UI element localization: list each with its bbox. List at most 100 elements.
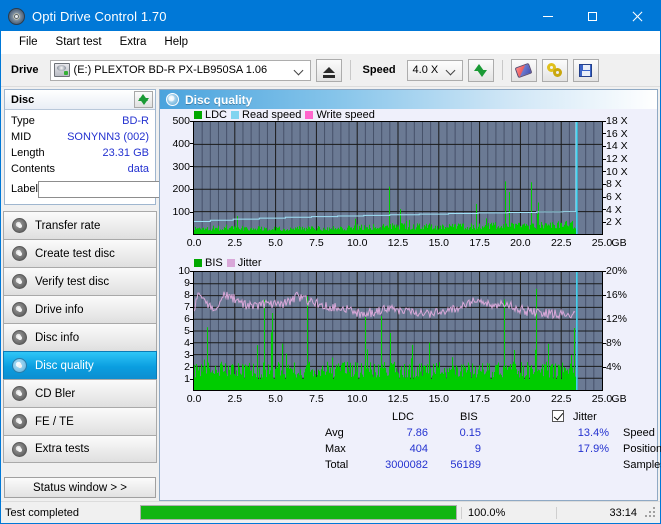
sidebar-label: CD Bler: [35, 387, 76, 400]
y-tick-mark: [603, 145, 606, 147]
y-axis-tick-left: 200: [172, 183, 190, 196]
x-axis-tick: 7.5: [309, 237, 324, 249]
speed-label: Speed: [362, 64, 396, 76]
maximize-button[interactable]: [570, 1, 615, 31]
disc-icon: [12, 218, 27, 233]
disc-quality-icon: [166, 93, 179, 106]
eject-button[interactable]: [315, 58, 342, 82]
disc-contents-key: Contents: [11, 163, 56, 175]
speed-select[interactable]: 4.0 X: [406, 59, 463, 81]
minimize-button[interactable]: [525, 1, 570, 31]
x-axis-tick: 22.5: [550, 393, 572, 405]
toolbar-divider-1: [349, 60, 351, 80]
position-key: Position: [623, 443, 661, 455]
legend-item-jitter: Jitter: [226, 257, 262, 269]
sidebar-item-cd-bler[interactable]: CD Bler: [3, 379, 157, 407]
legend-label: Jitter: [237, 257, 262, 269]
y-tick-mark: [603, 209, 606, 211]
erase-button[interactable]: [510, 58, 537, 82]
x-axis-tick: 10.0: [346, 237, 368, 249]
disc-refresh-button[interactable]: [134, 91, 153, 108]
y-axis-tick-right: 4 X: [606, 203, 622, 216]
bis-jitter-chart: BIS Jitter 1 2 3 4 5 6 7 8 9 10 4% 8% 12% 16% 20% 0.0 2.5…: [160, 257, 657, 409]
optical-drive-icon: [53, 63, 70, 77]
disc-type-key: Type: [11, 115, 35, 127]
y-tick-mark: [603, 294, 606, 296]
disc-panel-header: Disc: [5, 90, 155, 110]
drive-select[interactable]: (E:) PLEXTOR BD-R PX-LB950SA 1.06: [49, 59, 311, 81]
x-axis-tick: 2.5: [227, 393, 243, 405]
sidebar-item-drive-info[interactable]: Drive info: [3, 295, 157, 323]
menu-help[interactable]: Help: [155, 34, 197, 50]
tools-button[interactable]: [541, 58, 568, 82]
resize-grip-icon[interactable]: [644, 506, 658, 520]
sidebar-item-disc-info[interactable]: Disc info: [3, 323, 157, 351]
stats-max-ldc: 404: [409, 443, 428, 455]
jitter-checkbox[interactable]: [552, 410, 564, 423]
sidebar-item-create-test-disc[interactable]: Create test disc: [3, 239, 157, 267]
disc-label-key: Label: [11, 183, 38, 195]
sidebar-item-verify-test-disc[interactable]: Verify test disc: [3, 267, 157, 295]
menu-extra[interactable]: Extra: [111, 34, 156, 50]
nav-list: Transfer rate Create test disc Verify te…: [3, 211, 157, 463]
speed-key: Speed: [623, 427, 655, 439]
sidebar-item-disc-quality[interactable]: Disc quality: [3, 351, 157, 379]
sidebar-item-extra-tests[interactable]: Extra tests: [3, 435, 157, 463]
app-window: Opti Drive Control 1.70 File Start test …: [0, 0, 661, 524]
legend-item-write-speed: Write speed: [305, 109, 375, 121]
stats-total-bis: 56189: [450, 459, 481, 471]
refresh-icon: [137, 93, 150, 106]
sidebar-item-transfer-rate[interactable]: Transfer rate: [3, 211, 157, 239]
sidebar-item-fe-te[interactable]: FE / TE: [3, 407, 157, 435]
ldc-chart-legend: LDC Read speed Write speed: [194, 109, 375, 121]
drive-select-value: (E:) PLEXTOR BD-R PX-LB950SA 1.06: [73, 64, 268, 76]
disc-icon: [12, 414, 27, 429]
main-panel-header: Disc quality: [160, 90, 657, 109]
progress-bar: [140, 505, 457, 520]
y-tick-mark: [190, 282, 193, 284]
y-tick-mark: [190, 306, 193, 308]
menu-file[interactable]: File: [10, 34, 47, 50]
x-axis-tick: 0.0: [186, 393, 202, 405]
y-axis-tick-right: 8%: [606, 337, 622, 349]
speed-select-value: 4.0 X: [412, 64, 439, 76]
disc-mid-key: MID: [11, 131, 32, 143]
disc-icon: [12, 386, 27, 401]
disc-panel-title: Disc: [11, 93, 35, 106]
legend-item-bis: BIS: [194, 257, 223, 269]
disc-type-value: BD-R: [122, 115, 149, 127]
y-tick-mark: [190, 294, 193, 296]
y-tick-mark: [190, 188, 193, 190]
window-controls: [525, 1, 660, 31]
drive-label: Drive: [11, 64, 39, 76]
menu-start-test[interactable]: Start test: [47, 34, 111, 50]
toolbar-divider-2: [501, 60, 503, 80]
close-button[interactable]: [615, 1, 660, 31]
status-window-button[interactable]: Status window > >: [4, 477, 156, 498]
y-axis-tick-right: 16 X: [606, 127, 628, 140]
refresh-button[interactable]: [467, 58, 494, 82]
stats-total-ldc: 3000082: [385, 459, 428, 471]
disc-row-contents: Contents data: [11, 161, 149, 177]
y-axis-tick-left: 10: [178, 265, 190, 277]
y-tick-mark: [603, 318, 606, 320]
y-axis-tick-right: 2 X: [606, 216, 622, 229]
minimize-icon: [542, 15, 553, 17]
y-axis-tick-right: 6 X: [606, 191, 622, 203]
x-axis-tick: 17.5: [469, 237, 490, 249]
sidebar-spacer: [3, 463, 157, 473]
disc-contents-value: data: [127, 163, 149, 175]
disc-row-mid: MID SONYNN3 (002): [11, 129, 149, 145]
legend-label: Write speed: [316, 109, 375, 121]
legend-swatch-icon: [231, 111, 240, 119]
x-axis-tick: 5.0: [268, 393, 283, 405]
y-tick-mark: [603, 120, 606, 122]
save-button[interactable]: [572, 58, 599, 82]
y-axis-tick-right: 10 X: [606, 165, 628, 178]
legend-item-ldc: LDC: [194, 109, 227, 121]
y-axis-tick-right: 12%: [606, 313, 628, 325]
disc-row-length: Length 23.31 GB: [11, 145, 149, 161]
disc-label-row: Label: [11, 178, 208, 200]
sidebar-label: Disc quality: [35, 359, 94, 372]
legend-label: Read speed: [242, 109, 302, 121]
